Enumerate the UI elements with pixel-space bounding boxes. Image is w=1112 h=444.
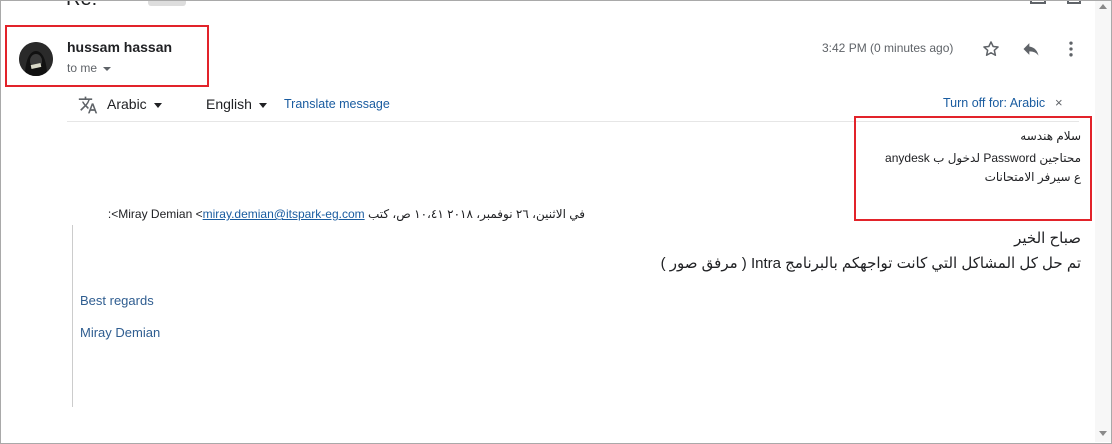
close-icon[interactable]: × (1055, 95, 1063, 110)
quote-attribution: في الاثنين، ٢٦ نوفمبر، ٢٠١٨ ١٠،٤١ ص، كتب… (60, 207, 585, 221)
open-in-new-icon[interactable] (1066, 0, 1082, 12)
source-language-select[interactable]: Arabic (107, 96, 162, 112)
reply-icon[interactable] (1019, 37, 1043, 61)
quote-greeting: صباح الخير (1014, 230, 1081, 247)
quote-sender-email-link[interactable]: miray.demian@itspark-eg.com (203, 207, 365, 221)
translate-icon (78, 95, 98, 120)
sender-highlight-box (5, 25, 209, 87)
turn-off-translation-link[interactable]: Turn off for: Arabic (943, 96, 1045, 110)
quote-body: تم حل كل المشاكل التي كانت تواجهكم بالبر… (660, 255, 1081, 272)
label-chip[interactable] (148, 0, 186, 6)
quote-attribution-end: >: (107, 207, 119, 221)
scroll-down-icon[interactable] (1099, 431, 1107, 436)
scroll-up-icon[interactable] (1099, 4, 1107, 9)
email-subject: Re: (66, 0, 97, 11)
print-icon[interactable] (1029, 0, 1047, 12)
star-icon[interactable] (979, 37, 1003, 61)
more-vert-icon[interactable] (1059, 37, 1083, 61)
caret-down-icon (258, 102, 267, 108)
timestamp: 3:42 PM (0 minutes ago) (822, 41, 954, 55)
source-language-label: Arabic (107, 96, 147, 112)
signature-name: Miray Demian (80, 325, 161, 340)
target-language-select[interactable]: English (206, 96, 267, 112)
translate-message-link[interactable]: Translate message (284, 97, 390, 111)
target-language-label: English (206, 96, 252, 112)
caret-down-icon (153, 102, 162, 108)
quote-bar (72, 225, 73, 407)
vertical-scrollbar[interactable] (1095, 0, 1111, 442)
message-highlight-box (854, 116, 1092, 221)
signature-regards: Best regards (80, 293, 154, 308)
